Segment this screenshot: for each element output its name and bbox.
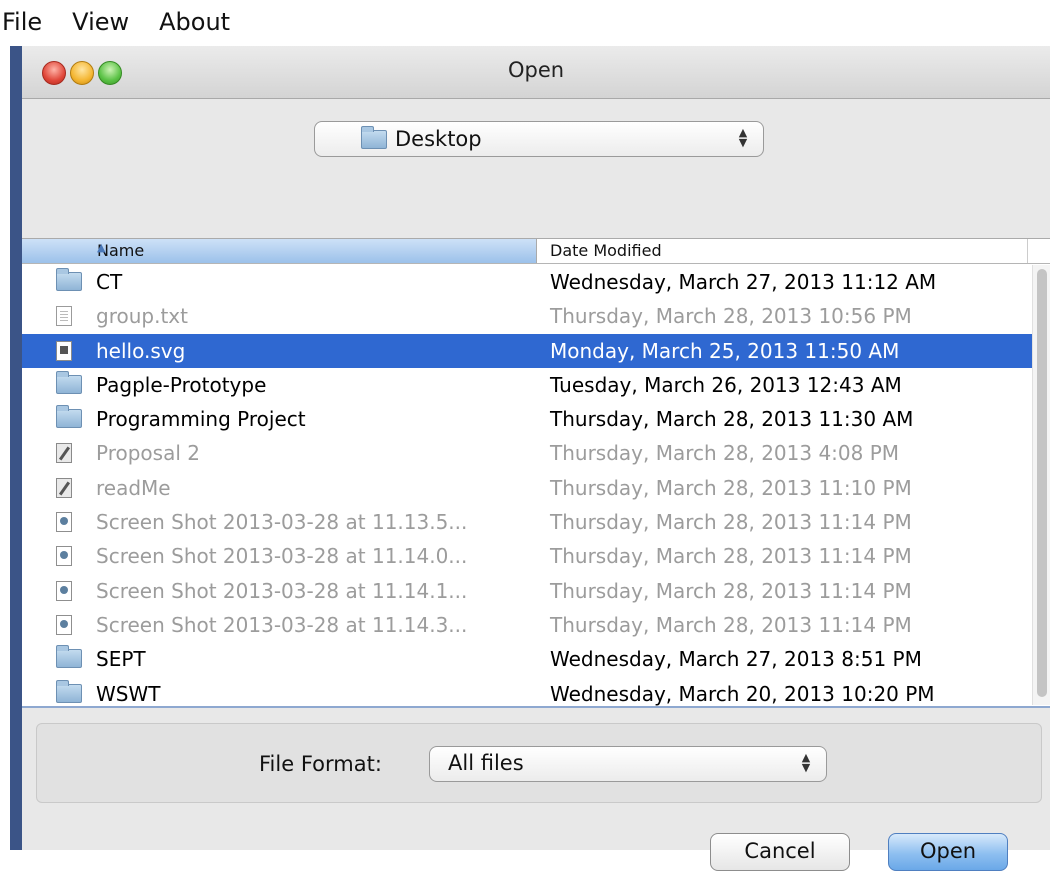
folder-icon — [56, 405, 82, 429]
file-name: Programming Project — [96, 407, 306, 432]
file-date-modified: Thursday, March 28, 2013 11:10 PM — [550, 475, 912, 500]
file-date-modified: Monday, March 25, 2013 11:50 AM — [550, 338, 900, 363]
image-file-icon — [56, 546, 72, 567]
image-file-icon — [56, 580, 72, 601]
folder-icon — [361, 125, 387, 149]
file-format-value: All files — [448, 751, 524, 775]
file-row[interactable]: Programming Project Thursday, March 28, 2… — [22, 402, 1032, 436]
folder-icon — [56, 645, 82, 669]
location-popup[interactable]: Desktop ▲ ▼ — [314, 121, 764, 157]
file-date-modified: Wednesday, March 27, 2013 8:51 PM — [550, 647, 922, 672]
file-name: Screen Shot 2013-03-28 at 11.14.1... — [96, 578, 468, 603]
text-file-icon — [56, 306, 72, 327]
image-file-icon — [56, 614, 72, 635]
file-row[interactable]: SEPT Wednesday, March 27, 2013 8:51 PM — [22, 642, 1032, 676]
sort-ascending-icon: ▲ — [97, 241, 106, 254]
file-name: Proposal 2 — [96, 441, 200, 466]
file-date-modified: Wednesday, March 20, 2013 10:20 PM — [550, 681, 935, 706]
cancel-button[interactable]: Cancel — [710, 833, 850, 871]
file-row[interactable]: CT Wednesday, March 27, 2013 11:12 AM — [22, 265, 1032, 299]
file-row[interactable]: WSWT Wednesday, March 20, 2013 10:20 PM — [22, 677, 1032, 711]
pages-doc-icon — [56, 477, 72, 498]
file-date-modified: Wednesday, March 27, 2013 11:12 AM — [550, 270, 937, 294]
open-button[interactable]: Open — [888, 833, 1008, 871]
file-row[interactable]: Pagple-Prototype Tuesday, March 26, 2013 … — [22, 368, 1032, 402]
file-name: Screen Shot 2013-03-28 at 11.14.0... — [96, 544, 468, 569]
file-date-modified: Thursday, March 28, 2013 11:14 PM — [550, 578, 912, 603]
file-list-table[interactable]: Name ▲ Date Modified CT Wednesday, March … — [22, 238, 1050, 708]
file-row[interactable]: Screen Shot 2013-03-28 at 11.14.3... Thur… — [22, 608, 1032, 642]
app-menubar: File View About — [0, 0, 1050, 44]
name-column-header[interactable]: Name ▲ — [22, 239, 537, 263]
file-row[interactable]: Screen Shot 2013-03-28 at 11.13.5... Thur… — [22, 505, 1032, 539]
menu-about[interactable]: About — [151, 8, 238, 36]
open-dialog-window: Open Desktop ▲ ▼ Name ▲ Date Modified CT W… — [10, 46, 1050, 871]
file-name: readMe — [96, 475, 171, 500]
file-row[interactable]: hello.svg Monday, March 25, 2013 11:50 AM — [22, 333, 1032, 368]
date-column-label: Date Modified — [550, 241, 662, 260]
file-name: Screen Shot 2013-03-28 at 11.14.3... — [96, 612, 468, 637]
file-row[interactable]: group.txt Thursday, March 28, 2013 10:56 … — [22, 299, 1032, 333]
file-name: SEPT — [96, 647, 146, 672]
file-name: group.txt — [96, 304, 188, 329]
folder-icon — [56, 370, 82, 394]
file-date-modified: Thursday, March 28, 2013 11:30 AM — [550, 407, 914, 432]
file-row[interactable]: readMe Thursday, March 28, 2013 11:10 PM — [22, 471, 1032, 505]
file-name: Pagple-Prototype — [96, 372, 267, 397]
file-date-modified: Thursday, March 28, 2013 11:14 PM — [550, 510, 912, 535]
updown-arrows-icon: ▲ ▼ — [801, 751, 811, 774]
file-date-modified: Thursday, March 28, 2013 4:08 PM — [550, 441, 900, 466]
image-file-icon — [56, 512, 72, 533]
vertical-scrollbar[interactable] — [1032, 265, 1050, 705]
dialog-title: Open — [507, 58, 565, 82]
file-row[interactable]: Screen Shot 2013-03-28 at 11.14.0... Thur… — [22, 539, 1032, 573]
file-date-modified: Thursday, March 28, 2013 10:56 PM — [550, 304, 912, 329]
file-row[interactable]: Proposal 2 Thursday, March 28, 2013 4:08 … — [22, 436, 1032, 470]
file-format-group: File Format: All files ▲ ▼ — [36, 723, 1042, 803]
file-row[interactable]: Screen Shot 2013-03-28 at 11.14.1... Thur… — [22, 574, 1032, 608]
location-label: Desktop — [395, 127, 482, 151]
menu-view[interactable]: View — [64, 8, 137, 36]
title-bar[interactable]: Open — [22, 46, 1050, 99]
file-name: CT — [96, 270, 123, 294]
menu-file[interactable]: File — [0, 8, 50, 36]
file-date-modified: Tuesday, March 26, 2013 12:43 AM — [550, 372, 902, 397]
file-format-label: File Format: — [259, 752, 382, 776]
file-name: hello.svg — [96, 338, 186, 363]
dialog-body: Desktop ▲ ▼ Name ▲ Date Modified CT Wednes… — [22, 99, 1050, 871]
date-modified-column-header[interactable]: Date Modified — [538, 239, 1028, 263]
updown-arrows-icon: ▲ ▼ — [738, 126, 748, 149]
file-rows: CT Wednesday, March 27, 2013 11:12 AM grou… — [22, 265, 1032, 711]
column-header-row: Name ▲ Date Modified — [22, 239, 1050, 264]
scrollbar-thumb[interactable] — [1037, 269, 1047, 697]
folder-icon — [56, 268, 82, 291]
pages-doc-icon — [56, 443, 72, 464]
file-date-modified: Thursday, March 28, 2013 11:14 PM — [550, 612, 912, 637]
file-name: Screen Shot 2013-03-28 at 11.13.5... — [96, 510, 468, 535]
file-name: WSWT — [96, 681, 161, 706]
svg-file-icon — [56, 340, 72, 361]
file-date-modified: Thursday, March 28, 2013 11:14 PM — [550, 544, 912, 569]
folder-icon — [56, 679, 82, 703]
file-format-select[interactable]: All files ▲ ▼ — [429, 746, 827, 782]
